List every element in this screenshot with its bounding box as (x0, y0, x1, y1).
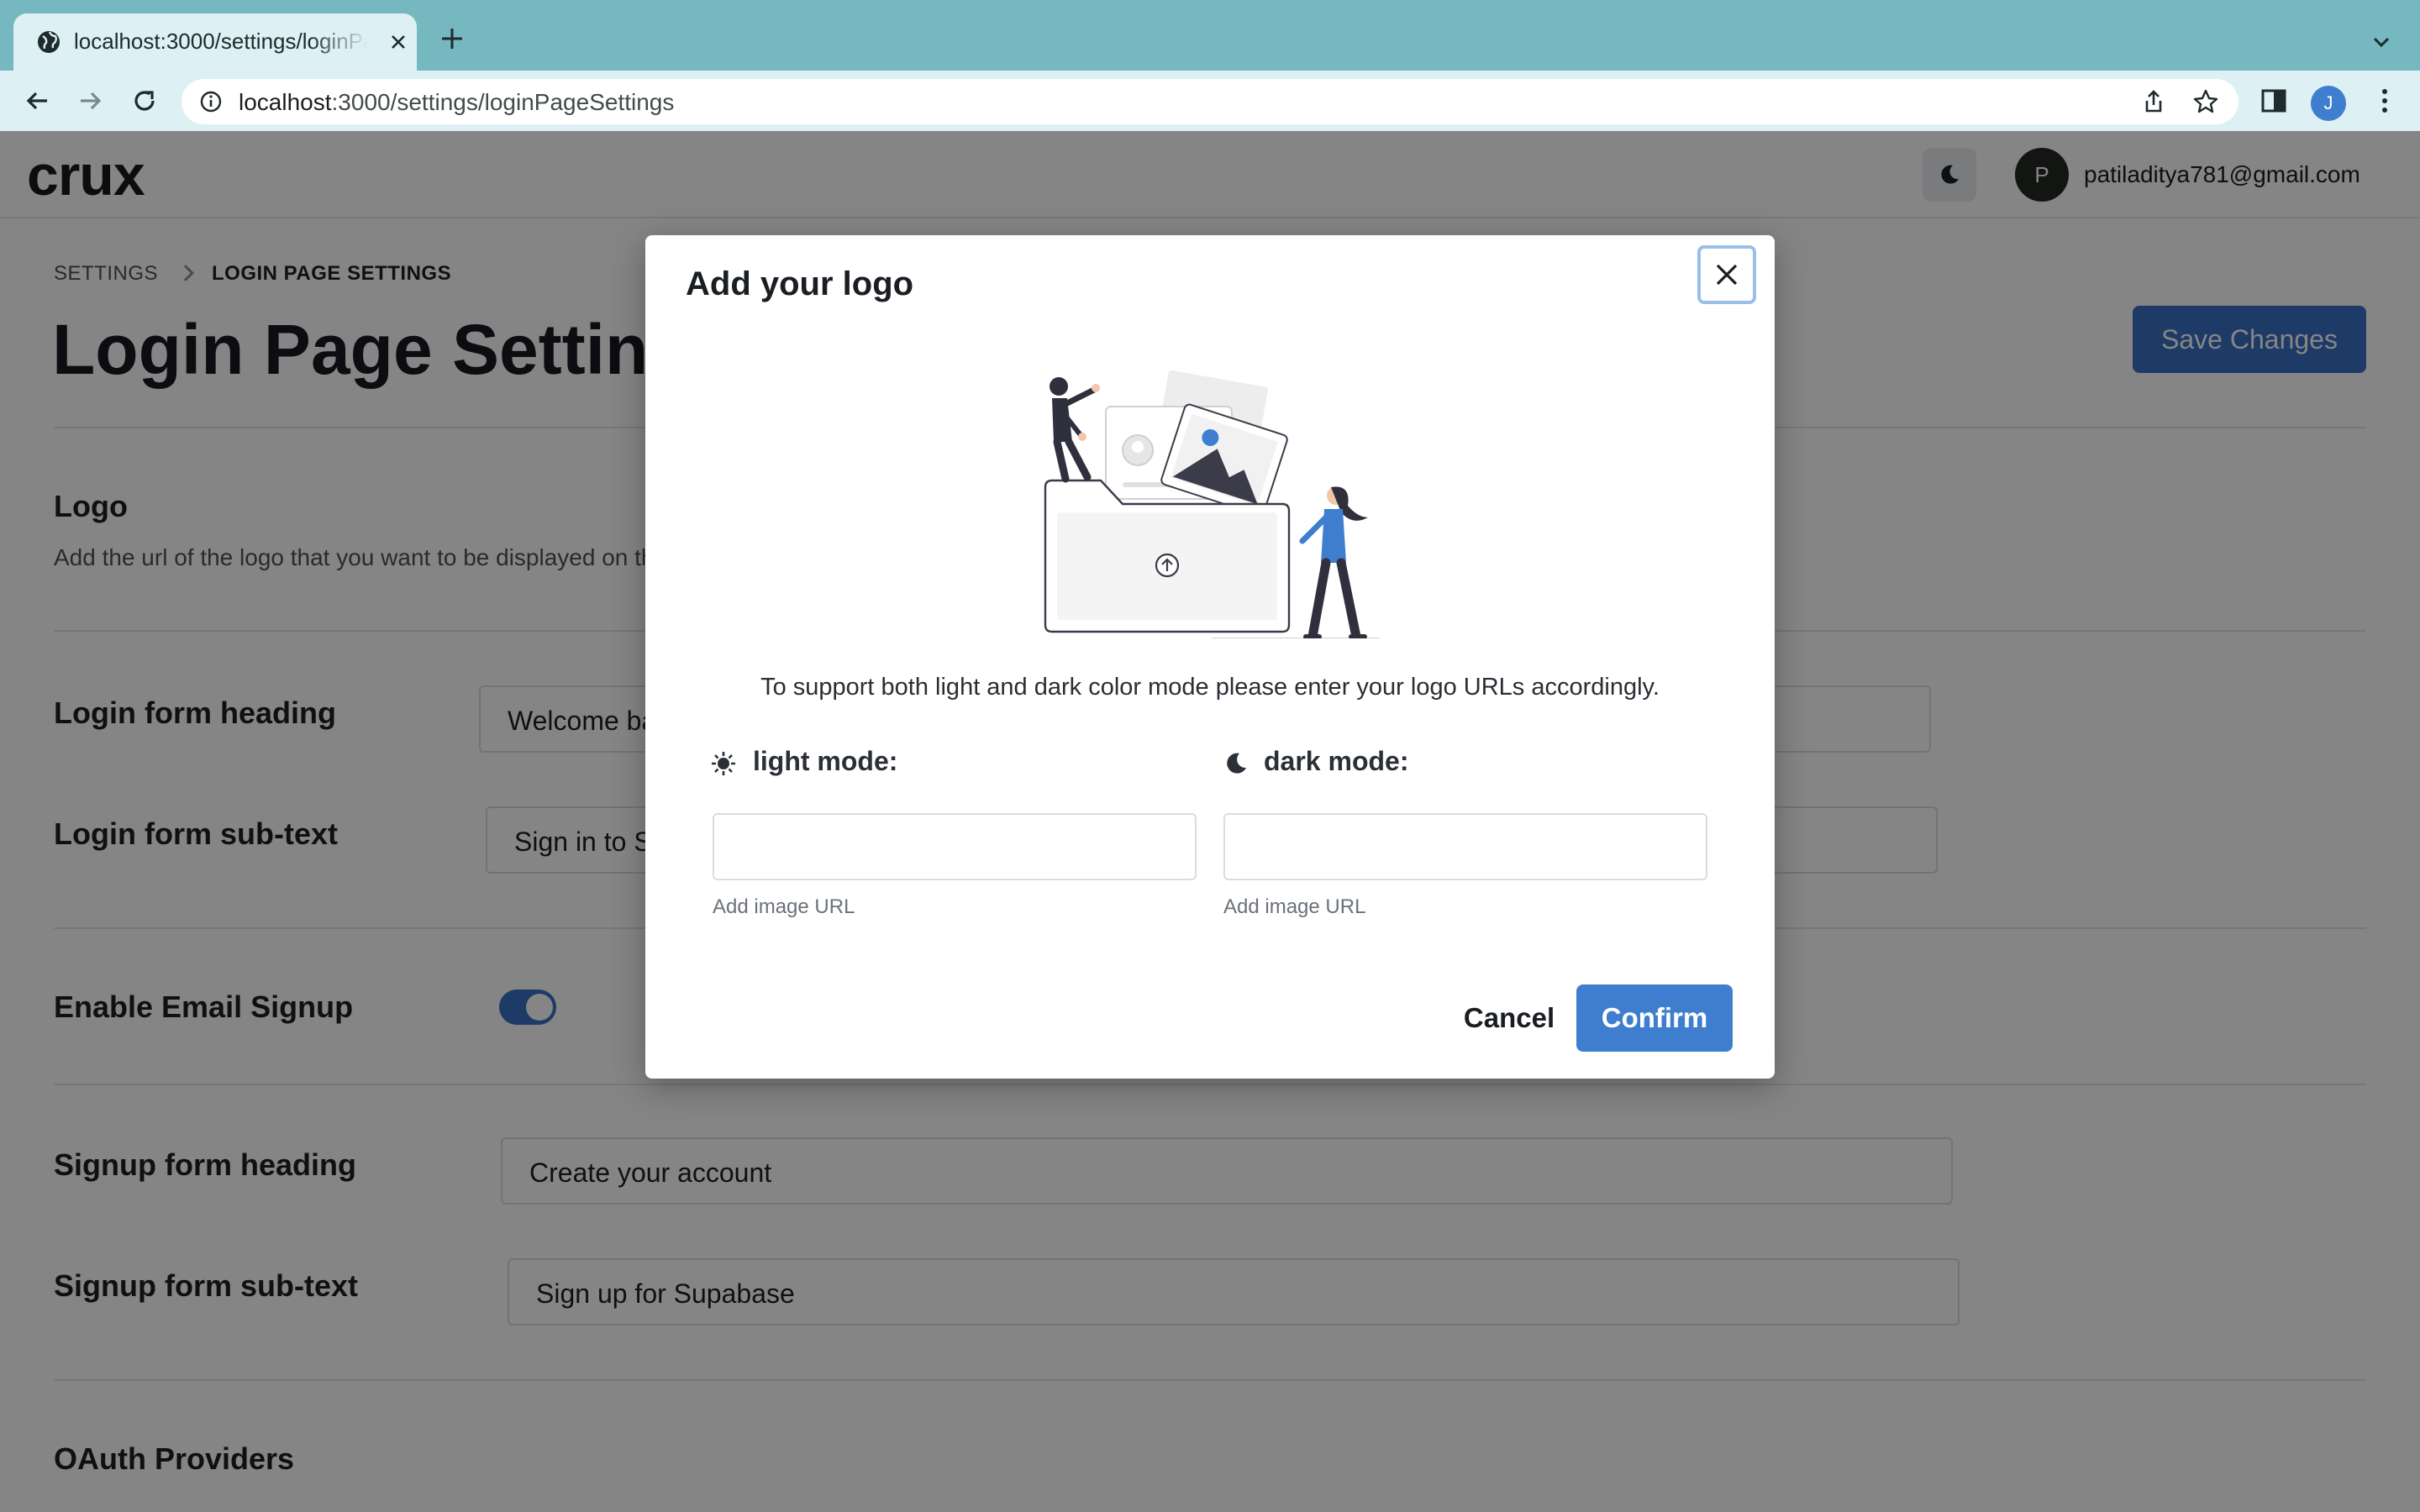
dark-mode-label: dark mode: (1264, 746, 1409, 776)
modal-title: Add your logo (686, 265, 914, 302)
browser-tabstrip: localhost:3000/settings/loginPageSetting… (0, 0, 2420, 71)
sun-icon (712, 752, 735, 775)
upload-illustration (1044, 370, 1380, 638)
dark-helper-text: Add image URL (1223, 895, 1366, 918)
info-icon[interactable] (198, 89, 224, 114)
browser-toolbar: localhost:3000/settings/loginPageSetting… (0, 71, 2420, 131)
tab-title: localhost:3000/settings/loginPageSetting… (74, 29, 368, 54)
close-icon (1716, 264, 1738, 286)
reload-icon[interactable] (128, 84, 161, 118)
moon-icon (1227, 753, 1246, 774)
light-logo-url-input[interactable] (713, 813, 1197, 880)
modal-description: To support both light and dark color mod… (760, 674, 1660, 701)
star-icon[interactable] (2191, 87, 2220, 116)
add-logo-modal: Add your logo To support both light and … (645, 235, 1775, 1079)
globe-icon (38, 31, 60, 53)
address-bar[interactable]: localhost:3000/settings/loginPageSetting… (182, 79, 2238, 124)
forward-icon[interactable] (74, 84, 108, 118)
sidebar-icon[interactable] (2257, 84, 2291, 118)
share-icon[interactable] (2139, 87, 2168, 116)
confirm-button[interactable]: Confirm (1576, 984, 1733, 1052)
browser-profile-avatar[interactable]: J (2311, 86, 2346, 121)
url-path: :3000/settings/loginPageSettings (331, 89, 675, 115)
kebab-menu-icon[interactable] (2368, 84, 2402, 118)
plus-icon[interactable] (437, 24, 467, 54)
cancel-button[interactable]: Cancel (1434, 984, 1585, 1052)
url-host: localhost (239, 89, 332, 115)
modal-close-button[interactable] (1697, 245, 1756, 304)
url-text: localhost:3000/settings/loginPageSetting… (239, 89, 674, 116)
close-icon[interactable] (387, 30, 410, 54)
light-helper-text: Add image URL (713, 895, 855, 918)
browser-tab[interactable]: localhost:3000/settings/loginPageSetting… (13, 13, 417, 71)
dark-logo-url-input[interactable] (1223, 813, 1707, 880)
back-icon[interactable] (20, 84, 54, 118)
chevron-down-icon[interactable] (2368, 29, 2395, 55)
light-mode-label: light mode: (753, 746, 898, 776)
